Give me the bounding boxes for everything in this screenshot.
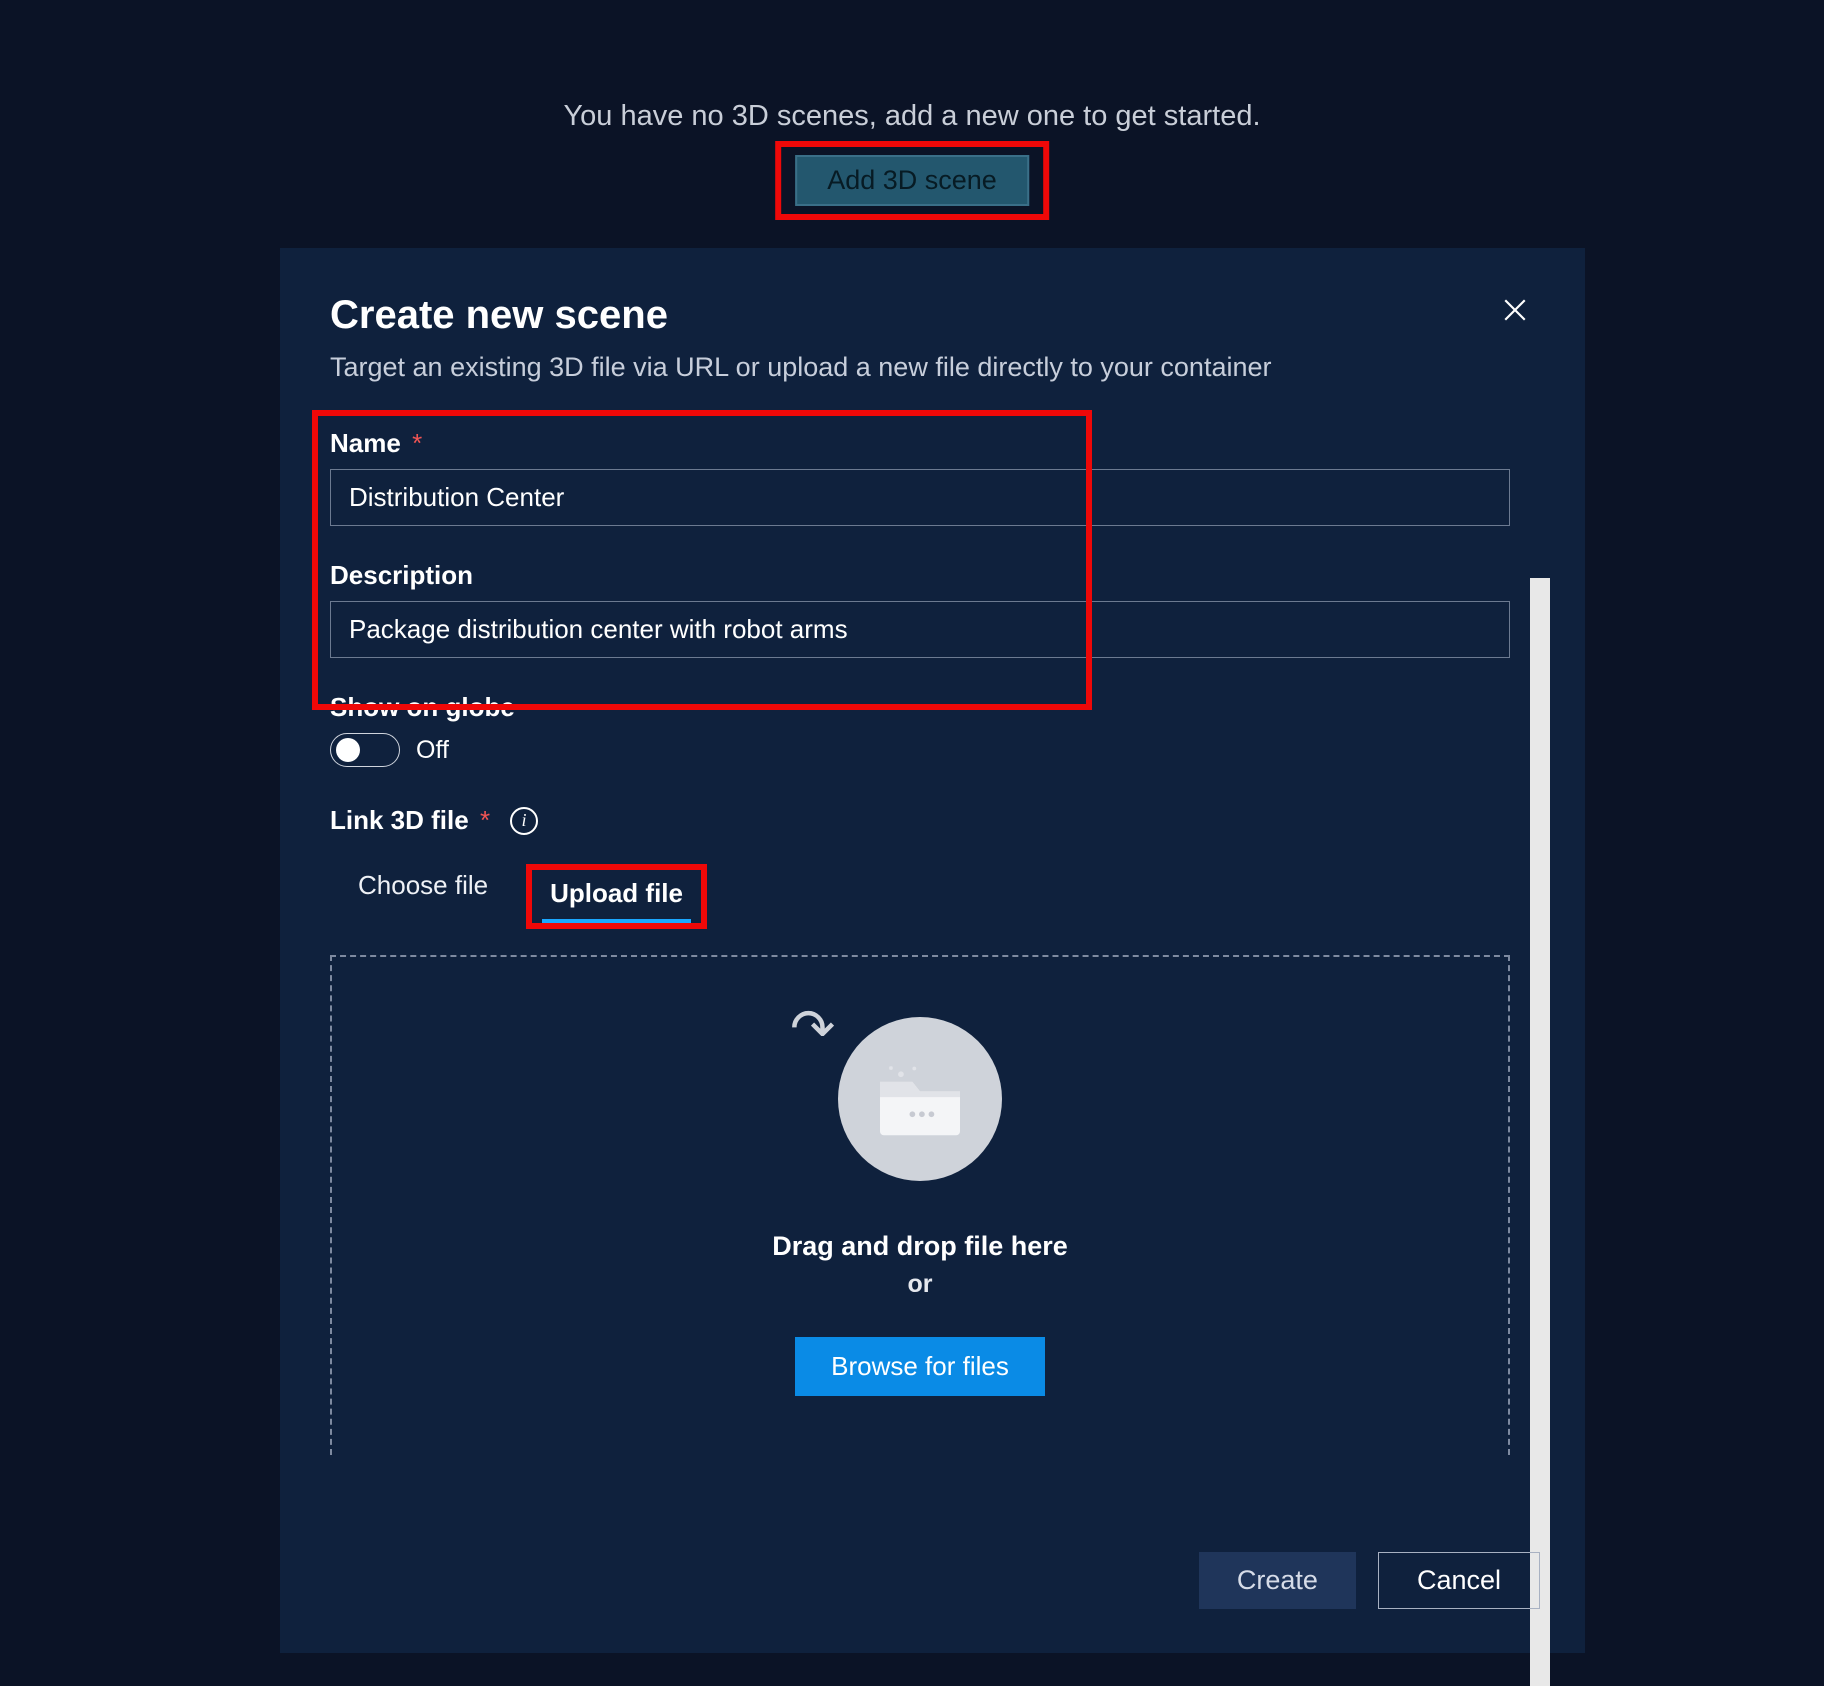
arrow-icon: ↷ bbox=[790, 997, 835, 1060]
show-on-globe-block: Show on globe Off bbox=[330, 692, 1510, 767]
dialog-footer: Create Cancel bbox=[1199, 1552, 1540, 1609]
add-scene-highlight-box: Add 3D scene bbox=[775, 141, 1049, 220]
dropzone-text: Drag and drop file here bbox=[772, 1231, 1068, 1262]
dialog-subtitle: Target an existing 3D file via URL or up… bbox=[330, 352, 1540, 383]
toggle-knob bbox=[336, 738, 360, 762]
dropzone-or-text: or bbox=[908, 1270, 933, 1299]
create-scene-dialog: Create new scene Target an existing 3D f… bbox=[280, 248, 1585, 1653]
browse-files-button[interactable]: Browse for files bbox=[795, 1337, 1045, 1396]
link-3d-file-text: Link 3D file bbox=[330, 805, 469, 835]
description-field-block: Description bbox=[330, 560, 1510, 658]
dialog-title: Create new scene bbox=[330, 293, 1540, 338]
tab-upload-file[interactable]: Upload file bbox=[542, 872, 691, 923]
create-button[interactable]: Create bbox=[1199, 1552, 1356, 1609]
tab-choose-file[interactable]: Choose file bbox=[350, 864, 496, 929]
file-source-tabs: Choose file Upload file bbox=[350, 864, 1510, 929]
upload-tab-highlight-box: Upload file bbox=[526, 864, 707, 929]
show-on-globe-toggle[interactable] bbox=[330, 733, 400, 767]
empty-state-message: You have no 3D scenes, add a new one to … bbox=[0, 100, 1824, 133]
cancel-button[interactable]: Cancel bbox=[1378, 1552, 1540, 1609]
name-label-text: Name bbox=[330, 428, 401, 458]
link-3d-file-label: Link 3D file * i bbox=[330, 805, 1510, 836]
name-field-block: Name * bbox=[330, 428, 1510, 526]
required-marker: * bbox=[412, 428, 422, 458]
toggle-state-label: Off bbox=[416, 736, 449, 765]
name-label: Name * bbox=[330, 428, 1510, 459]
required-marker: * bbox=[480, 805, 490, 835]
close-icon bbox=[1502, 297, 1528, 323]
description-label: Description bbox=[330, 560, 1510, 591]
show-on-globe-label: Show on globe bbox=[330, 692, 1510, 723]
upload-folder-icon bbox=[838, 1017, 1002, 1181]
name-input[interactable] bbox=[330, 469, 1510, 526]
description-input[interactable] bbox=[330, 601, 1510, 658]
add-3d-scene-button[interactable]: Add 3D scene bbox=[795, 155, 1029, 206]
close-button[interactable] bbox=[1495, 290, 1535, 330]
upload-dropzone[interactable]: ↷ Drag and drop bbox=[330, 955, 1510, 1455]
info-icon[interactable]: i bbox=[510, 807, 538, 835]
dialog-scrollbar[interactable] bbox=[1530, 578, 1550, 1686]
